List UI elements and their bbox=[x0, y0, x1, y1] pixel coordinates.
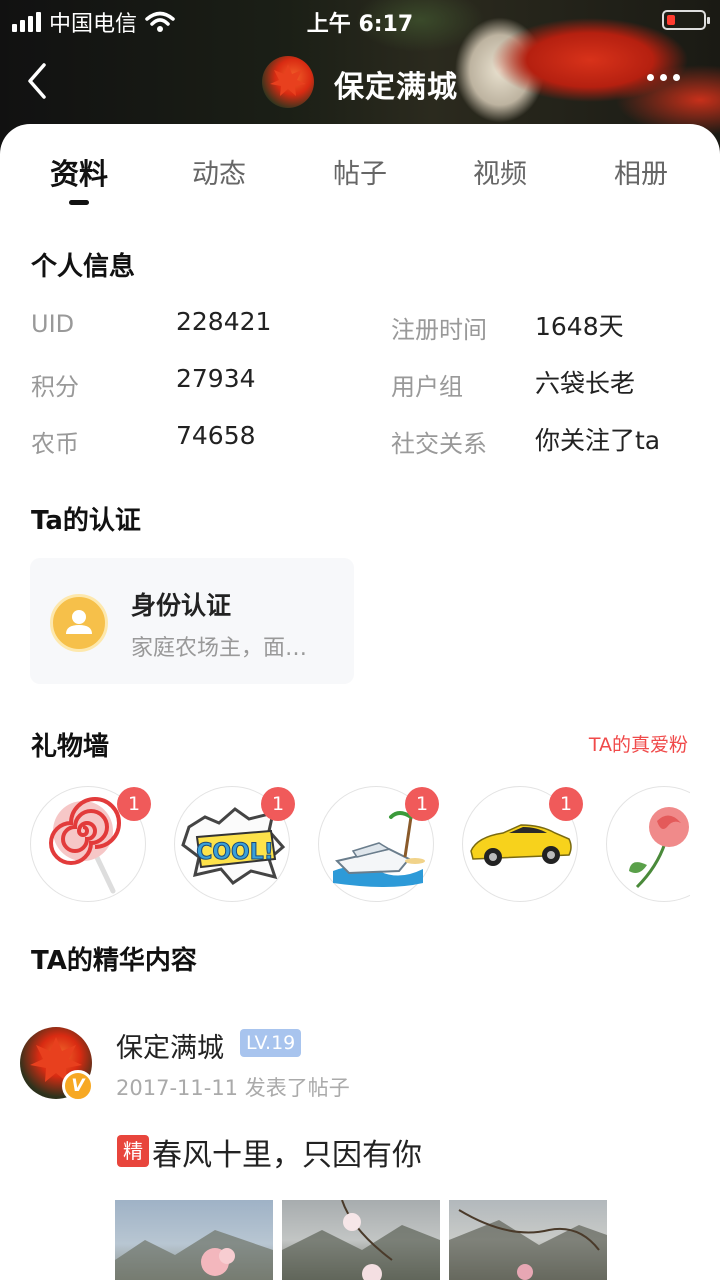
gift-list: 1 COOL! 1 1 1 bbox=[30, 784, 690, 904]
svg-text:COOL!: COOL! bbox=[196, 840, 274, 865]
gift-wall-title: 礼物墙 bbox=[31, 732, 110, 762]
post-image-3[interactable] bbox=[449, 1200, 607, 1280]
battery-icon bbox=[662, 10, 710, 30]
info-label-group: 用户组 bbox=[391, 373, 463, 401]
info-label-coins: 农币 bbox=[31, 430, 79, 458]
gift-count-badge: 1 bbox=[405, 787, 439, 821]
verified-badge-icon: V bbox=[62, 1070, 94, 1102]
info-value-uid: 228421 bbox=[176, 307, 272, 336]
gift-lollipop[interactable]: 1 bbox=[30, 786, 151, 902]
nav-bar: 保定满城 bbox=[0, 44, 720, 116]
essence-tag: 精 bbox=[117, 1135, 149, 1167]
info-value-register: 1648天 bbox=[535, 312, 624, 341]
post-meta: 2017-11-11 发表了帖子 bbox=[116, 1076, 350, 1100]
info-value-points: 27934 bbox=[176, 364, 256, 393]
gift-count-badge: 1 bbox=[261, 787, 295, 821]
info-label-register: 注册时间 bbox=[391, 316, 487, 344]
info-label-social: 社交关系 bbox=[391, 430, 487, 458]
tab-indicator bbox=[69, 200, 89, 205]
nav-avatar[interactable] bbox=[262, 56, 314, 108]
gift-yacht[interactable]: 1 bbox=[318, 786, 439, 902]
back-arrow-icon[interactable] bbox=[22, 62, 54, 100]
tab-videos[interactable]: 视频 bbox=[450, 152, 550, 191]
gift-rose[interactable] bbox=[606, 786, 690, 902]
nav-title: 保定满城 bbox=[334, 70, 458, 105]
maple-leaf-icon bbox=[270, 64, 306, 96]
info-label-points: 积分 bbox=[31, 373, 79, 401]
info-value-social: 你关注了ta bbox=[535, 426, 661, 455]
post-title[interactable]: 春风十里，只因有你 bbox=[152, 1130, 422, 1174]
more-options-icon[interactable] bbox=[647, 74, 680, 81]
identity-cert-card[interactable]: 身份认证 家庭农场主，面… bbox=[30, 558, 354, 684]
gift-count-badge: 1 bbox=[549, 787, 583, 821]
personal-info-title: 个人信息 bbox=[31, 252, 136, 282]
gift-count-badge: 1 bbox=[117, 787, 151, 821]
info-value-coins: 74658 bbox=[176, 421, 256, 450]
cert-title: 身份认证 bbox=[131, 591, 232, 620]
true-fans-link[interactable]: TA的真爱粉 bbox=[589, 730, 688, 757]
gift-cool-sticker[interactable]: COOL! 1 bbox=[174, 786, 295, 902]
info-label-uid: UID bbox=[31, 310, 75, 338]
post-image-1[interactable] bbox=[115, 1200, 273, 1280]
featured-title: TA的精华内容 bbox=[31, 946, 197, 976]
tab-albums[interactable]: 相册 bbox=[591, 152, 691, 191]
level-badge: LV.19 bbox=[240, 1029, 302, 1057]
gift-sports-car[interactable]: 1 bbox=[462, 786, 583, 902]
cert-description: 家庭农场主，面… bbox=[131, 636, 308, 661]
tab-activity[interactable]: 动态 bbox=[169, 152, 269, 191]
certification-title: Ta的认证 bbox=[31, 506, 141, 536]
status-bar: 中国电信 上午 6:17 bbox=[0, 0, 720, 40]
rose-icon bbox=[629, 807, 689, 889]
tab-posts[interactable]: 帖子 bbox=[310, 152, 410, 191]
info-value-group: 六袋长老 bbox=[535, 369, 636, 398]
profile-sheet: 资料 动态 帖子 视频 相册 个人信息 UID 228421 积分 27934 … bbox=[0, 124, 720, 1280]
tab-bar: 资料 动态 帖子 视频 相册 bbox=[0, 124, 720, 214]
post-image-2[interactable] bbox=[282, 1200, 440, 1280]
person-icon bbox=[50, 594, 108, 652]
tab-profile[interactable]: 资料 bbox=[29, 151, 129, 193]
post-author-name[interactable]: 保定满城 bbox=[116, 1026, 224, 1065]
status-time: 上午 6:17 bbox=[306, 12, 414, 37]
